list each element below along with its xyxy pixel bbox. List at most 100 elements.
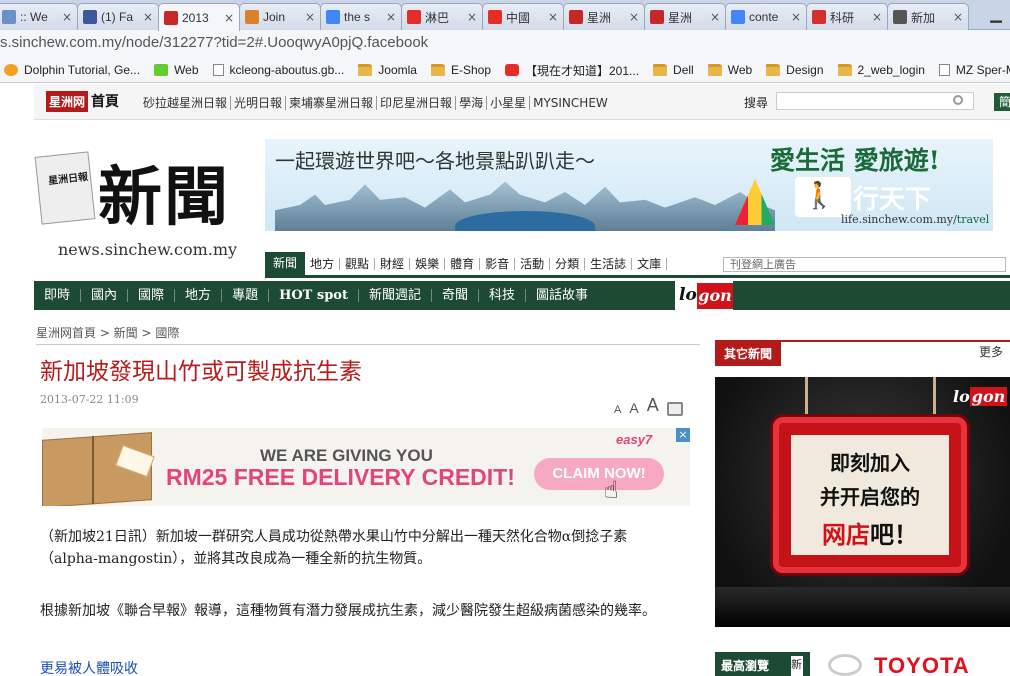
youtube-icon <box>505 64 519 76</box>
most-viewed-title: 最高瀏覽 <box>721 659 770 673</box>
post-online-ad-input[interactable]: 刊登網上廣告 <box>723 257 1006 272</box>
nav-tab[interactable]: 文庫 <box>632 257 668 270</box>
subnav-item[interactable]: 地方 <box>175 289 223 302</box>
font-large-button[interactable]: A <box>647 395 659 416</box>
nav-tab[interactable]: 觀點 <box>340 257 376 270</box>
network-link[interactable]: 柬埔寨星洲日報 <box>286 96 378 110</box>
browser-tab[interactable]: conte × <box>725 3 807 30</box>
news-section-logo[interactable]: 星洲日報 新聞 news.sinchew.com.my <box>34 140 248 260</box>
nav-tab[interactable]: 新聞 <box>265 252 306 275</box>
browser-tab[interactable]: :: We × <box>0 3 78 30</box>
bookmark-label: 【現在才知道】201... <box>525 63 640 78</box>
subnav-item[interactable]: 即時 <box>34 289 82 302</box>
most-viewed-tab[interactable]: 新 <box>791 656 803 676</box>
subnav-item[interactable]: 專題 <box>222 289 270 302</box>
logon-logo-lo: lo <box>953 387 970 406</box>
bookmark-label: Dolphin Tutorial, Ge... <box>24 63 141 77</box>
network-link[interactable]: 砂拉越星洲日報 <box>140 96 232 110</box>
toyota-ad[interactable]: TOYOTA <box>810 652 1010 676</box>
nav-tab[interactable]: 生活誌 <box>585 257 633 270</box>
font-small-button[interactable]: A <box>614 404 621 416</box>
network-link[interactable]: 小星星 <box>487 96 531 110</box>
subnav-item[interactable]: 新聞週記 <box>359 289 432 302</box>
bookmark-item[interactable]: Web <box>154 63 199 77</box>
browser-tab[interactable]: the s × <box>320 3 402 30</box>
banner-link[interactable]: life.sinchew.com.my/travel <box>841 213 989 226</box>
nav-tab[interactable]: 分類 <box>550 257 586 270</box>
url-text[interactable]: s.sinchew.com.my/node/312277?tid=2#.Uooq… <box>0 34 428 51</box>
bookmark-item[interactable]: Dolphin Tutorial, Ge... <box>4 63 140 77</box>
bookmark-label: MZ Sper-M <box>955 63 1010 77</box>
close-tab-icon[interactable]: × <box>710 10 720 24</box>
close-tab-icon[interactable]: × <box>629 10 639 24</box>
window-minimize-button[interactable]: ▁ <box>986 4 1006 24</box>
print-icon[interactable] <box>666 402 683 416</box>
browser-tab[interactable]: (1) Fa × <box>77 3 159 30</box>
nav-tab[interactable]: 影音 <box>480 257 516 270</box>
browser-tab[interactable]: 星洲 × <box>644 3 726 30</box>
site-search-input[interactable] <box>776 92 974 110</box>
article-subheading-link[interactable]: 更易被人體吸收 <box>40 658 138 676</box>
simplified-chinese-button[interactable]: 簡体 <box>994 93 1010 111</box>
subnav-item[interactable]: 國內 <box>81 289 129 302</box>
search-icon[interactable] <box>953 95 963 105</box>
bookmark-item[interactable]: Joomla <box>358 63 417 77</box>
subnav-item[interactable]: 國際 <box>128 289 176 302</box>
bookmark-item[interactable]: kcleong-aboutus.gb... <box>212 63 344 77</box>
close-tab-icon[interactable]: × <box>386 10 396 24</box>
logon-logo[interactable]: lo gon <box>675 281 733 310</box>
browser-tab[interactable]: 淋巴 × <box>401 3 483 30</box>
site-top-bar: 星洲网 首頁 砂拉越星洲日報 光明日報 柬埔寨星洲日報 印尼星洲日報 學海 小星星 MYSI… <box>34 84 1010 120</box>
subnav-item[interactable]: 科技 <box>479 289 527 302</box>
browser-tab[interactable]: Join × <box>239 3 321 30</box>
stage-floor <box>715 587 1010 627</box>
bookmark-item[interactable]: Web <box>707 63 752 77</box>
bookmark-item[interactable]: MZ Sper-M <box>938 63 1010 77</box>
close-tab-icon[interactable]: × <box>548 10 558 24</box>
subnav-item[interactable]: HOT spot <box>269 289 359 302</box>
online-store-ad[interactable]: lo gon 即刻加入 并开启您的 网店吧！ <box>715 377 1010 627</box>
close-tab-icon[interactable]: × <box>143 10 153 24</box>
nav-tab[interactable]: 娛樂 <box>410 257 446 270</box>
browser-tab[interactable]: 2013 × <box>158 3 240 31</box>
close-tab-icon[interactable]: × <box>467 10 477 24</box>
close-tab-icon[interactable]: × <box>224 11 234 25</box>
breadcrumb[interactable]: 星洲网首頁 > 新聞 > 國際 <box>36 324 179 341</box>
address-bar[interactable]: s.sinchew.com.my/node/312277?tid=2#.Uooq… <box>0 30 1010 58</box>
bookmark-item[interactable]: E-Shop <box>430 63 491 77</box>
font-medium-button[interactable]: A <box>629 400 638 416</box>
bookmark-item[interactable]: 2_web_login <box>837 63 925 77</box>
network-link[interactable]: MYSINCHEW <box>530 96 611 110</box>
close-tab-icon[interactable]: × <box>791 10 801 24</box>
more-link[interactable]: 更多 <box>979 343 1003 360</box>
nav-tab[interactable]: 活動 <box>515 257 551 270</box>
close-tab-icon[interactable]: × <box>305 10 315 24</box>
sinchew-icon <box>164 10 178 25</box>
bookmark-item[interactable]: 【現在才知道】201... <box>505 62 639 79</box>
browser-tab[interactable]: 新加 × <box>887 3 969 30</box>
close-tab-icon[interactable]: × <box>953 10 963 24</box>
tab-title: 星洲 <box>587 10 612 25</box>
network-link[interactable]: 印尼星洲日報 <box>377 96 457 110</box>
browser-tab[interactable]: 科研 × <box>806 3 888 30</box>
close-tab-icon[interactable]: × <box>872 10 882 24</box>
network-link[interactable]: 學海 <box>456 96 488 110</box>
page-icon <box>938 64 950 76</box>
bookmark-label: E-Shop <box>450 63 491 77</box>
subnav-item[interactable]: 圖話故事 <box>526 289 598 302</box>
bookmark-item[interactable]: Design <box>766 63 824 77</box>
bookmark-item[interactable]: Dell <box>653 63 694 77</box>
ad-close-icon[interactable]: × <box>676 428 690 442</box>
claim-now-button[interactable]: CLAIM NOW! <box>534 458 664 490</box>
nav-tab[interactable]: 體育 <box>445 257 481 270</box>
nav-tab[interactable]: 財經 <box>375 257 411 270</box>
subnav-item[interactable]: 奇聞 <box>432 289 480 302</box>
close-tab-icon[interactable]: × <box>62 10 72 24</box>
travel-banner-ad[interactable]: 一起環遊世界吧～各地景點趴趴走～ 愛生活 愛旅遊! 🚶 行天下 life.sin… <box>265 139 993 231</box>
network-link[interactable]: 光明日報 <box>231 96 287 110</box>
browser-tab[interactable]: 星洲 × <box>563 3 645 30</box>
nav-tab[interactable]: 地方 <box>305 257 341 270</box>
delivery-credit-ad[interactable]: WE ARE GIVING YOU RM25 FREE DELIVERY CRE… <box>42 428 690 506</box>
site-home-logo[interactable]: 星洲网 首頁 <box>46 90 140 112</box>
browser-tab[interactable]: 中國 × <box>482 3 564 30</box>
